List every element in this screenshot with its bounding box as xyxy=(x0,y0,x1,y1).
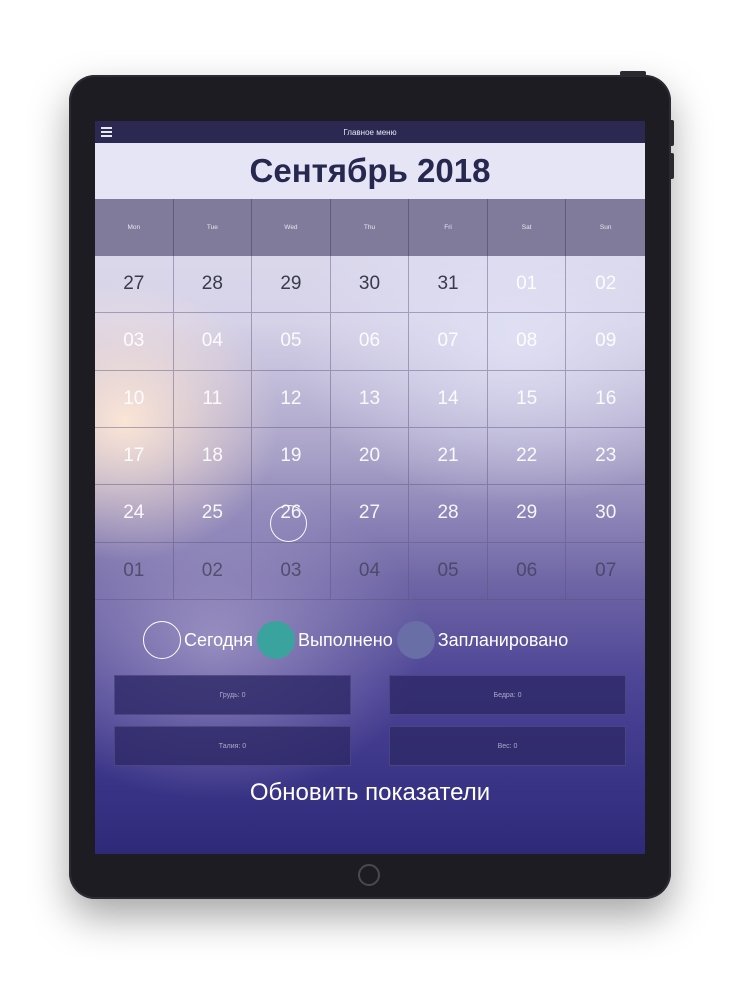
day-cell[interactable]: 22 xyxy=(487,427,567,486)
volume-up-button xyxy=(669,120,674,146)
weekday-header-row: Mon Tue Wed Thu Fri Sat Sun xyxy=(95,199,645,256)
day-cell[interactable]: 17 xyxy=(95,427,174,486)
day-cell[interactable]: 09 xyxy=(566,313,645,371)
calendar-grid: 27 28 29 30 31 01 02 03 04 05 06 07 08 0… xyxy=(95,256,645,600)
day-cell[interactable]: 27 xyxy=(330,485,410,543)
day-cell[interactable]: 06 xyxy=(330,313,410,371)
done-circle-icon xyxy=(257,621,295,659)
hamburger-menu-icon[interactable] xyxy=(101,127,112,137)
day-cell[interactable]: 05 xyxy=(409,542,488,600)
legend-done-label: Выполнено xyxy=(298,629,393,650)
legend-today-label: Сегодня xyxy=(184,629,253,650)
power-button xyxy=(620,71,646,76)
day-cell[interactable]: 23 xyxy=(566,428,645,486)
update-metrics-button[interactable]: Обновить показатели xyxy=(190,773,550,813)
weekday-label: Sun xyxy=(599,224,612,231)
weekday-label: Mon xyxy=(95,199,174,256)
top-bar: Главное меню xyxy=(95,121,645,143)
day-cell[interactable]: 11 xyxy=(173,370,253,428)
day-cell[interactable]: 31 xyxy=(409,256,488,314)
topbar-title: Главное меню xyxy=(343,127,397,137)
weekday-label: Sat xyxy=(488,199,567,256)
legend-done: Выполнено xyxy=(257,621,397,659)
legend-planned: Запланировано xyxy=(396,621,572,659)
day-cell[interactable]: 15 xyxy=(487,370,567,428)
day-cell[interactable]: 28 xyxy=(409,485,488,543)
day-cell[interactable]: 03 xyxy=(95,313,174,371)
app-screen: Главное меню Сентябрь 2018 Mon Tue Wed T… xyxy=(95,121,645,854)
day-cell[interactable]: 08 xyxy=(487,313,567,371)
day-cell[interactable]: 01 xyxy=(487,256,567,314)
waist-field[interactable]: Талия: 0 xyxy=(114,726,351,766)
day-cell[interactable]: 30 xyxy=(566,485,645,543)
day-cell-today[interactable]: 26 xyxy=(252,485,331,543)
day-cell[interactable]: 12 xyxy=(252,370,331,428)
day-cell[interactable]: 01 xyxy=(95,542,174,600)
day-cell[interactable]: 07 xyxy=(566,543,645,600)
day-cell[interactable]: 02 xyxy=(173,542,253,600)
weekday-label: Wed xyxy=(252,199,331,256)
weekday-label: Fri xyxy=(409,199,488,256)
month-header: Сентябрь 2018 xyxy=(95,143,645,199)
volume-down-button xyxy=(669,153,674,179)
day-cell[interactable]: 10 xyxy=(95,370,174,428)
day-cell[interactable]: 05 xyxy=(252,313,331,371)
calendar-legend: Сегодня Выполнено Запланировано xyxy=(143,621,572,659)
day-cell[interactable]: 19 xyxy=(252,427,331,486)
home-button[interactable] xyxy=(358,864,380,886)
day-cell[interactable]: 07 xyxy=(409,313,488,371)
legend-planned-label: Запланировано xyxy=(437,629,569,650)
day-number: 26 xyxy=(280,502,302,524)
hips-field[interactable]: Бедра: 0 xyxy=(389,675,626,715)
day-cell[interactable]: 21 xyxy=(409,427,488,486)
day-cell[interactable]: 06 xyxy=(487,542,567,600)
day-cell[interactable]: 16 xyxy=(566,371,645,428)
day-cell[interactable]: 24 xyxy=(95,485,174,543)
planned-circle-icon xyxy=(396,621,435,659)
day-cell[interactable]: 20 xyxy=(330,427,410,486)
day-cell[interactable]: 29 xyxy=(487,485,567,543)
chest-field[interactable]: Грудь: 0 xyxy=(114,675,351,715)
day-cell[interactable]: 25 xyxy=(173,485,253,543)
day-cell[interactable]: 04 xyxy=(173,313,253,371)
day-cell[interactable]: 28 xyxy=(173,256,253,314)
month-title: Сентябрь 2018 xyxy=(249,152,491,189)
day-cell[interactable]: 27 xyxy=(95,256,174,314)
legend-today: Сегодня xyxy=(143,621,257,659)
day-cell[interactable]: 14 xyxy=(409,370,488,428)
day-cell[interactable]: 03 xyxy=(252,542,331,600)
day-cell[interactable]: 18 xyxy=(173,427,253,486)
day-cell[interactable]: 04 xyxy=(330,542,410,600)
day-cell[interactable]: 30 xyxy=(330,256,410,314)
weekday-label: Tue xyxy=(174,199,253,256)
day-cell[interactable]: 29 xyxy=(252,256,331,314)
day-cell[interactable]: 13 xyxy=(330,370,410,428)
today-circle-icon xyxy=(143,621,181,659)
weight-field[interactable]: Вес: 0 xyxy=(389,726,626,766)
weekday-label: Thu xyxy=(331,199,410,256)
day-cell[interactable]: 02 xyxy=(566,256,645,314)
